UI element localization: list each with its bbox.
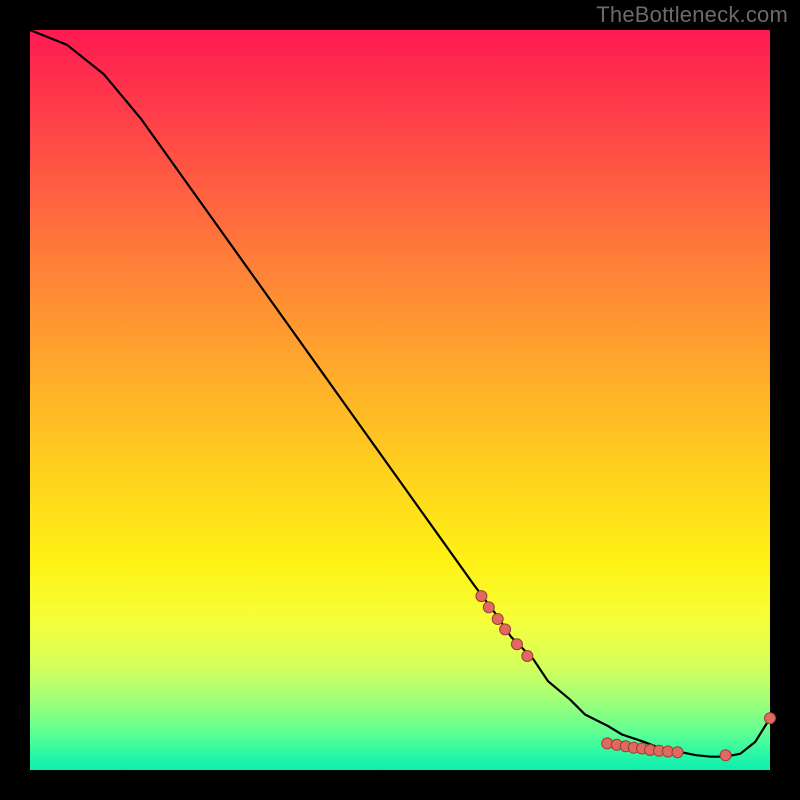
data-point [476, 591, 487, 602]
watermark-text: TheBottleneck.com [596, 2, 788, 28]
chart-svg [30, 30, 770, 770]
data-point [492, 614, 503, 625]
plot-area [30, 30, 770, 770]
data-point [483, 602, 494, 613]
bottleneck-curve [30, 30, 770, 757]
data-point [765, 713, 776, 724]
data-point [511, 639, 522, 650]
data-point [672, 747, 683, 758]
data-point [720, 750, 731, 761]
data-point [500, 624, 511, 635]
data-point [522, 651, 533, 662]
chart-frame: TheBottleneck.com [0, 0, 800, 800]
